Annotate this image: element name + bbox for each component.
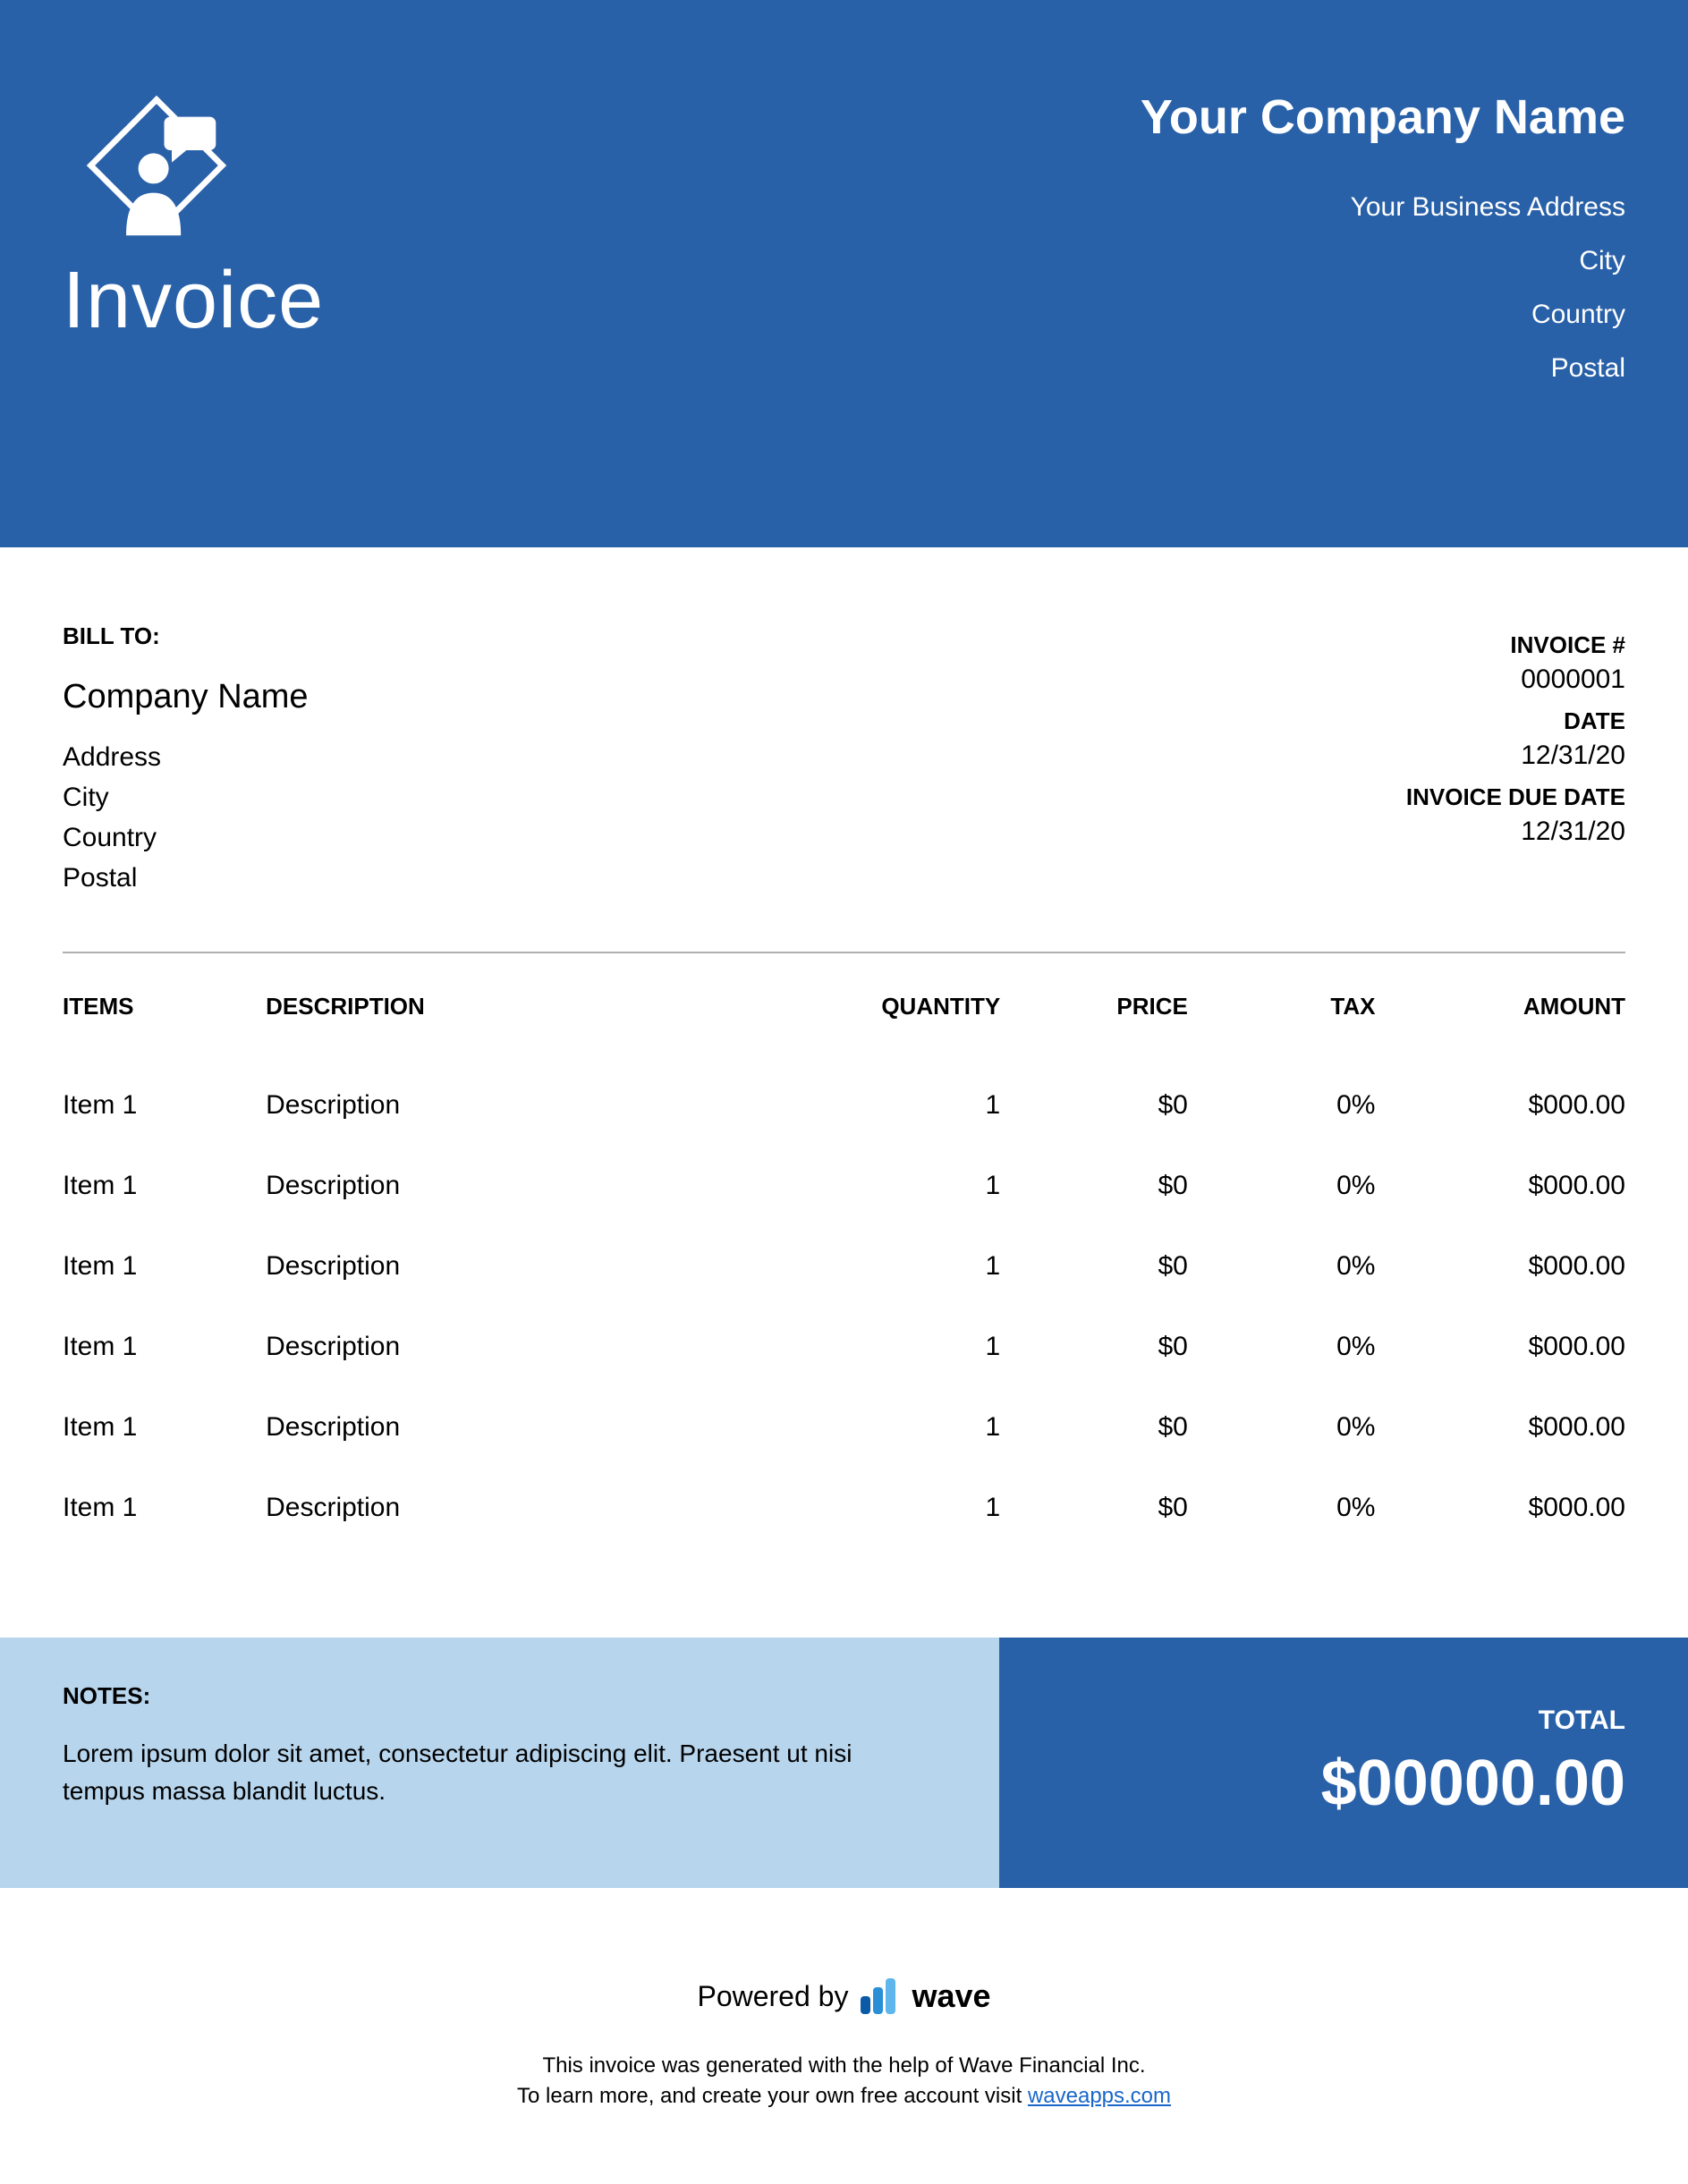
cell-tax: 0% bbox=[1188, 1065, 1376, 1146]
header-right: Your Company Name Your Business Address … bbox=[1141, 89, 1625, 395]
cell-price: $0 bbox=[1000, 1387, 1188, 1468]
bill-to-name: Company Name bbox=[63, 672, 309, 723]
cell-item: Item 1 bbox=[63, 1307, 266, 1387]
footer-line-2: To learn more, and create your own free … bbox=[0, 2081, 1688, 2112]
bill-to-city: City bbox=[63, 777, 309, 817]
total-label: TOTAL bbox=[1062, 1706, 1625, 1736]
cell-amount: $000.00 bbox=[1375, 1146, 1625, 1226]
total-value: $00000.00 bbox=[1062, 1747, 1625, 1820]
logo-icon bbox=[81, 89, 324, 246]
bill-to-postal: Postal bbox=[63, 858, 309, 898]
invoice-date: 12/31/20 bbox=[1406, 741, 1625, 771]
footer-line-1: This invoice was generated with the help… bbox=[0, 2051, 1688, 2081]
cell-amount: $000.00 bbox=[1375, 1065, 1625, 1146]
cell-amount: $000.00 bbox=[1375, 1307, 1625, 1387]
invoice-page: Invoice Your Company Name Your Business … bbox=[0, 0, 1688, 2184]
cell-price: $0 bbox=[1000, 1307, 1188, 1387]
bill-to-block: BILL TO: Company Name Address City Count… bbox=[63, 619, 309, 898]
cell-price: $0 bbox=[1000, 1146, 1188, 1226]
cell-description: Description bbox=[266, 1065, 797, 1146]
table-row: Item 1Description1$00%$000.00 bbox=[63, 1387, 1625, 1468]
bill-to-label: BILL TO: bbox=[63, 619, 309, 654]
company-city: City bbox=[1141, 234, 1625, 288]
cell-tax: 0% bbox=[1188, 1146, 1376, 1226]
divider bbox=[63, 952, 1625, 953]
footer-link[interactable]: waveapps.com bbox=[1028, 2084, 1171, 2108]
cell-tax: 0% bbox=[1188, 1468, 1376, 1548]
cell-quantity: 1 bbox=[797, 1387, 1000, 1468]
invoice-header: Invoice Your Company Name Your Business … bbox=[0, 0, 1688, 547]
table-row: Item 1Description1$00%$000.00 bbox=[63, 1468, 1625, 1548]
cell-quantity: 1 bbox=[797, 1307, 1000, 1387]
notes-text: Lorem ipsum dolor sit amet, consectetur … bbox=[63, 1735, 868, 1810]
table-row: Item 1Description1$00%$000.00 bbox=[63, 1065, 1625, 1146]
cell-tax: 0% bbox=[1188, 1387, 1376, 1468]
cell-tax: 0% bbox=[1188, 1226, 1376, 1307]
notes-block: NOTES: Lorem ipsum dolor sit amet, conse… bbox=[0, 1638, 999, 1888]
document-title: Invoice bbox=[63, 255, 324, 347]
table-row: Item 1Description1$00%$000.00 bbox=[63, 1307, 1625, 1387]
invoice-due-label: INVOICE DUE DATE bbox=[1406, 783, 1625, 811]
cell-description: Description bbox=[266, 1307, 797, 1387]
invoice-date-label: DATE bbox=[1406, 707, 1625, 735]
footer: Powered by wave This invoice was generat… bbox=[0, 1888, 1688, 2111]
col-items: ITEMS bbox=[63, 993, 266, 1065]
total-block: TOTAL $00000.00 bbox=[999, 1638, 1688, 1888]
company-address: Your Business Address bbox=[1141, 181, 1625, 234]
cell-description: Description bbox=[266, 1468, 797, 1548]
cell-amount: $000.00 bbox=[1375, 1387, 1625, 1468]
cell-quantity: 1 bbox=[797, 1226, 1000, 1307]
cell-item: Item 1 bbox=[63, 1468, 266, 1548]
info-section: BILL TO: Company Name Address City Count… bbox=[0, 547, 1688, 934]
col-tax: TAX bbox=[1188, 993, 1376, 1065]
invoice-number: 0000001 bbox=[1406, 665, 1625, 695]
cell-item: Item 1 bbox=[63, 1387, 266, 1468]
cell-amount: $000.00 bbox=[1375, 1226, 1625, 1307]
cell-price: $0 bbox=[1000, 1226, 1188, 1307]
cell-amount: $000.00 bbox=[1375, 1468, 1625, 1548]
cell-price: $0 bbox=[1000, 1468, 1188, 1548]
col-description: DESCRIPTION bbox=[266, 993, 797, 1065]
invoice-number-label: INVOICE # bbox=[1406, 631, 1625, 659]
cell-description: Description bbox=[266, 1146, 797, 1226]
company-country: Country bbox=[1141, 288, 1625, 342]
header-left: Invoice bbox=[63, 89, 324, 347]
cell-tax: 0% bbox=[1188, 1307, 1376, 1387]
table-row: Item 1Description1$00%$000.00 bbox=[63, 1146, 1625, 1226]
line-items-table: ITEMS DESCRIPTION QUANTITY PRICE TAX AMO… bbox=[63, 993, 1625, 1548]
col-amount: AMOUNT bbox=[1375, 993, 1625, 1065]
footer-lines: This invoice was generated with the help… bbox=[0, 2051, 1688, 2111]
table-row: Item 1Description1$00%$000.00 bbox=[63, 1226, 1625, 1307]
company-postal: Postal bbox=[1141, 342, 1625, 395]
cell-description: Description bbox=[266, 1226, 797, 1307]
cell-quantity: 1 bbox=[797, 1468, 1000, 1548]
footer-line-2-prefix: To learn more, and create your own free … bbox=[517, 2084, 1028, 2108]
bill-to-country: Country bbox=[63, 817, 309, 858]
powered-by: Powered by wave bbox=[0, 1977, 1688, 2015]
invoice-due-date: 12/31/20 bbox=[1406, 817, 1625, 847]
wave-brand-text: wave bbox=[912, 1977, 990, 2015]
bill-to-address: Address bbox=[63, 737, 309, 777]
wave-logo-icon bbox=[861, 1978, 895, 2014]
invoice-meta: INVOICE # 0000001 DATE 12/31/20 INVOICE … bbox=[1406, 619, 1625, 898]
cell-item: Item 1 bbox=[63, 1065, 266, 1146]
cell-quantity: 1 bbox=[797, 1065, 1000, 1146]
col-price: PRICE bbox=[1000, 993, 1188, 1065]
company-meta: Your Business Address City Country Posta… bbox=[1141, 181, 1625, 395]
cell-item: Item 1 bbox=[63, 1226, 266, 1307]
cell-price: $0 bbox=[1000, 1065, 1188, 1146]
powered-by-text: Powered by bbox=[697, 1980, 848, 2013]
company-name: Your Company Name bbox=[1141, 89, 1625, 145]
bottom-section: NOTES: Lorem ipsum dolor sit amet, conse… bbox=[0, 1638, 1688, 1888]
cell-quantity: 1 bbox=[797, 1146, 1000, 1226]
cell-description: Description bbox=[266, 1387, 797, 1468]
cell-item: Item 1 bbox=[63, 1146, 266, 1226]
notes-label: NOTES: bbox=[63, 1682, 937, 1710]
line-items-section: ITEMS DESCRIPTION QUANTITY PRICE TAX AMO… bbox=[0, 934, 1688, 1548]
table-header-row: ITEMS DESCRIPTION QUANTITY PRICE TAX AMO… bbox=[63, 993, 1625, 1065]
col-quantity: QUANTITY bbox=[797, 993, 1000, 1065]
